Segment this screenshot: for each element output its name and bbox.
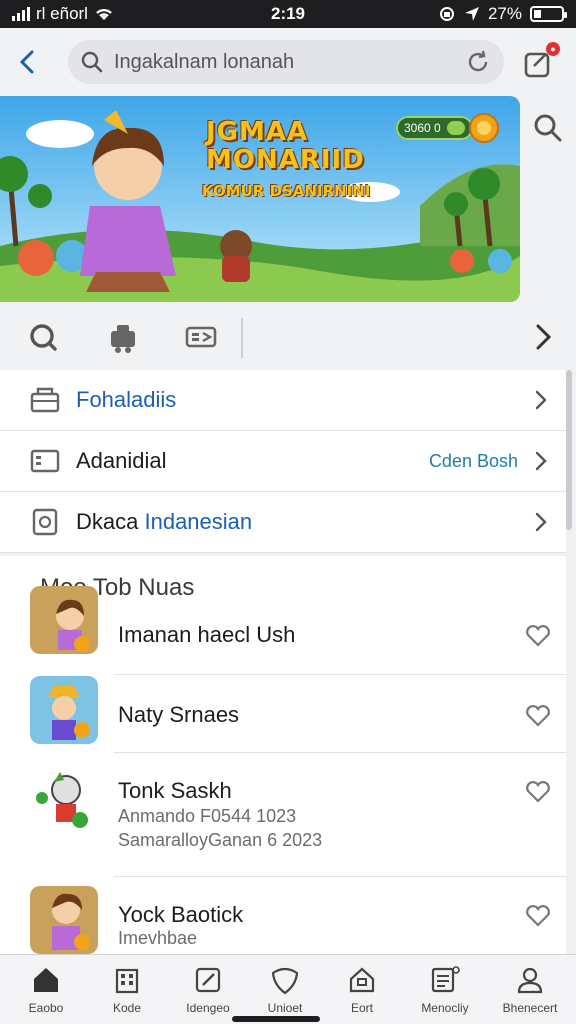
refresh-icon[interactable] [464,48,492,76]
menu-label: Fohaladiis [76,387,176,413]
signal-icon [12,7,30,21]
menu-label-highlight: Indanesian [144,509,253,534]
home-icon [34,968,58,992]
search-icon [81,51,103,73]
person-icon [517,967,543,994]
robot-icon[interactable] [106,320,140,354]
search-input[interactable]: Ingakalnam lonanah [114,51,464,74]
menu-row-document[interactable]: Dkaca Indanesian [0,492,566,553]
banner-title-line2: MONARIID [206,145,365,175]
home-indicator[interactable] [232,1016,320,1022]
location-icon [464,7,479,21]
wifi-icon [96,8,112,20]
chevron-right-icon[interactable] [526,320,560,354]
tab-unioet[interactable]: Unioet [249,965,321,1015]
item-name: Yock Baotick [118,902,244,927]
card-icon [30,449,60,473]
item-name: Imanan haecl Ush [118,622,296,647]
rotation-lock-icon [439,7,454,21]
scrollbar[interactable] [566,370,572,530]
keyboard-icon[interactable] [184,320,218,354]
coin-toggle-icon [446,121,465,135]
row-divider [241,318,243,358]
tab-label: Unioet [267,1001,303,1015]
banner-title-line1: JGMAA [206,117,309,147]
heart-icon[interactable] [525,624,551,648]
menu-label-text: Fohaladiis [76,387,177,412]
item-name: Naty Srnaes [118,702,240,727]
share-button[interactable]: ● [520,42,560,82]
settings-menu: Fohaladiis Adanidial Cden Bosh Dkaca Ind… [0,370,566,553]
heart-icon[interactable] [525,704,551,728]
banner-subtitle: KOMUR DSANIRNINI [202,182,371,200]
edit-icon [195,967,221,993]
coin-counter-value: 3060 0 [404,121,441,135]
house-outline-icon [349,967,375,993]
item-subtitle: SamaralloyGanan 6 2023 [118,830,323,850]
notification-badge: ● [546,42,560,56]
carrier-label: rl eñorl [36,4,88,23]
sun-badge-icon[interactable] [468,112,500,144]
chevron-left-icon [19,50,34,74]
zoom-icon[interactable] [26,320,60,354]
item-name: Tonk Saskh [118,778,232,803]
banner-title: JGMAA MONARIID [206,118,365,174]
item-divider [114,674,566,675]
game-list: Moo Tob Nuas Imanan haecl Ush Naty Srnae… [0,556,566,954]
shield-icon [271,967,299,995]
status-bar: rl eñorl 2:19 27% [0,0,576,28]
status-right: 27% [438,4,567,24]
tab-idengeo[interactable]: Idengeo [172,965,244,1015]
menu-row-folder[interactable]: Fohaladiis [0,370,566,431]
menu-row-card[interactable]: Adanidial Cden Bosh [0,431,566,492]
game-thumbnail [30,768,98,836]
game-thumbnail [30,886,98,954]
clock: 2:19 [270,4,306,23]
promo-banner[interactable]: JGMAA MONARIID KOMUR DSANIRNINI 3060 0 [0,96,520,302]
tab-label: Menocliy [421,1001,469,1015]
top-area: Ingakalnam lonanah ● JGMAA MONARIID KOMU… [0,28,576,370]
tab-bar: Eaobo Kode Idengeo Unioet Eort Menocliy … [0,954,576,1024]
menu-value: Cden Bosh [428,450,518,471]
quick-actions-row [0,310,576,370]
item-divider [114,752,566,753]
list-icon [431,966,460,993]
tab-menocliy[interactable]: Menocliy [409,965,481,1015]
game-thumbnail [30,676,98,744]
heart-icon[interactable] [525,904,551,928]
tab-kode[interactable]: Kode [91,965,163,1015]
status-left: rl eñorl [12,4,114,24]
battery-percent: 27% [487,4,522,23]
battery-icon [530,6,567,22]
tab-home[interactable]: Eaobo [10,965,82,1015]
coin-counter[interactable]: 3060 0 [396,116,473,140]
game-thumbnail [30,586,98,654]
menu-label: Dkaca Indanesian [76,509,252,535]
item-divider [114,876,566,877]
item-subtitle: Anmando F0544 1023 [118,806,297,826]
tab-label: Bhenecert [502,1001,558,1015]
building-icon [115,968,139,994]
folder-icon [30,387,60,413]
tab-bhenecert[interactable]: Bhenecert [494,965,566,1015]
menu-label-text: Dkaca [76,509,145,534]
heart-icon[interactable] [525,780,551,804]
tab-label: Kode [112,1001,142,1015]
menu-label: Adanidial [76,448,167,473]
side-search-icon[interactable] [532,112,564,144]
chevron-right-icon [535,451,547,471]
chevron-right-icon [535,512,547,532]
battery-level [534,10,542,18]
search-bar[interactable]: Ingakalnam lonanah [68,40,504,84]
tab-label: Eort [350,1001,373,1015]
tab-label: Eaobo [28,1001,64,1015]
item-subtitle: Imevhbae [118,928,198,948]
document-icon [32,508,58,536]
back-button[interactable] [12,46,44,78]
chevron-right-icon [535,390,547,410]
tab-eort[interactable]: Eort [326,965,398,1015]
tab-label: Idengeo [186,1001,230,1015]
